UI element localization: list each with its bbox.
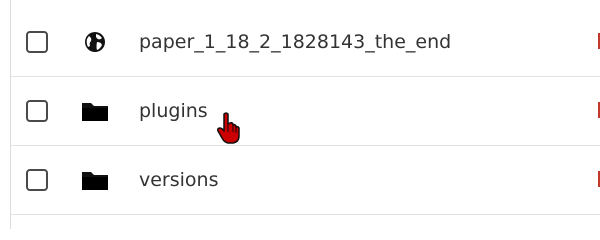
file-name[interactable]: paper_1_18_2_1828143_the_end (139, 30, 451, 54)
list-item[interactable]: versions (11, 146, 600, 215)
globe-icon (81, 30, 109, 54)
list-item[interactable]: paper_1_18_2_1828143_the_end (11, 8, 600, 77)
file-list: paper_1_18_2_1828143_the_end plugins ver… (10, 0, 600, 229)
row-checkbox[interactable] (26, 31, 48, 53)
row-checkbox[interactable] (26, 169, 48, 191)
file-name[interactable]: plugins (139, 99, 208, 123)
file-name[interactable]: versions (139, 168, 219, 192)
row-checkbox[interactable] (26, 100, 48, 122)
folder-icon (81, 168, 109, 192)
list-item[interactable]: plugins (11, 77, 600, 146)
folder-icon (81, 99, 109, 123)
